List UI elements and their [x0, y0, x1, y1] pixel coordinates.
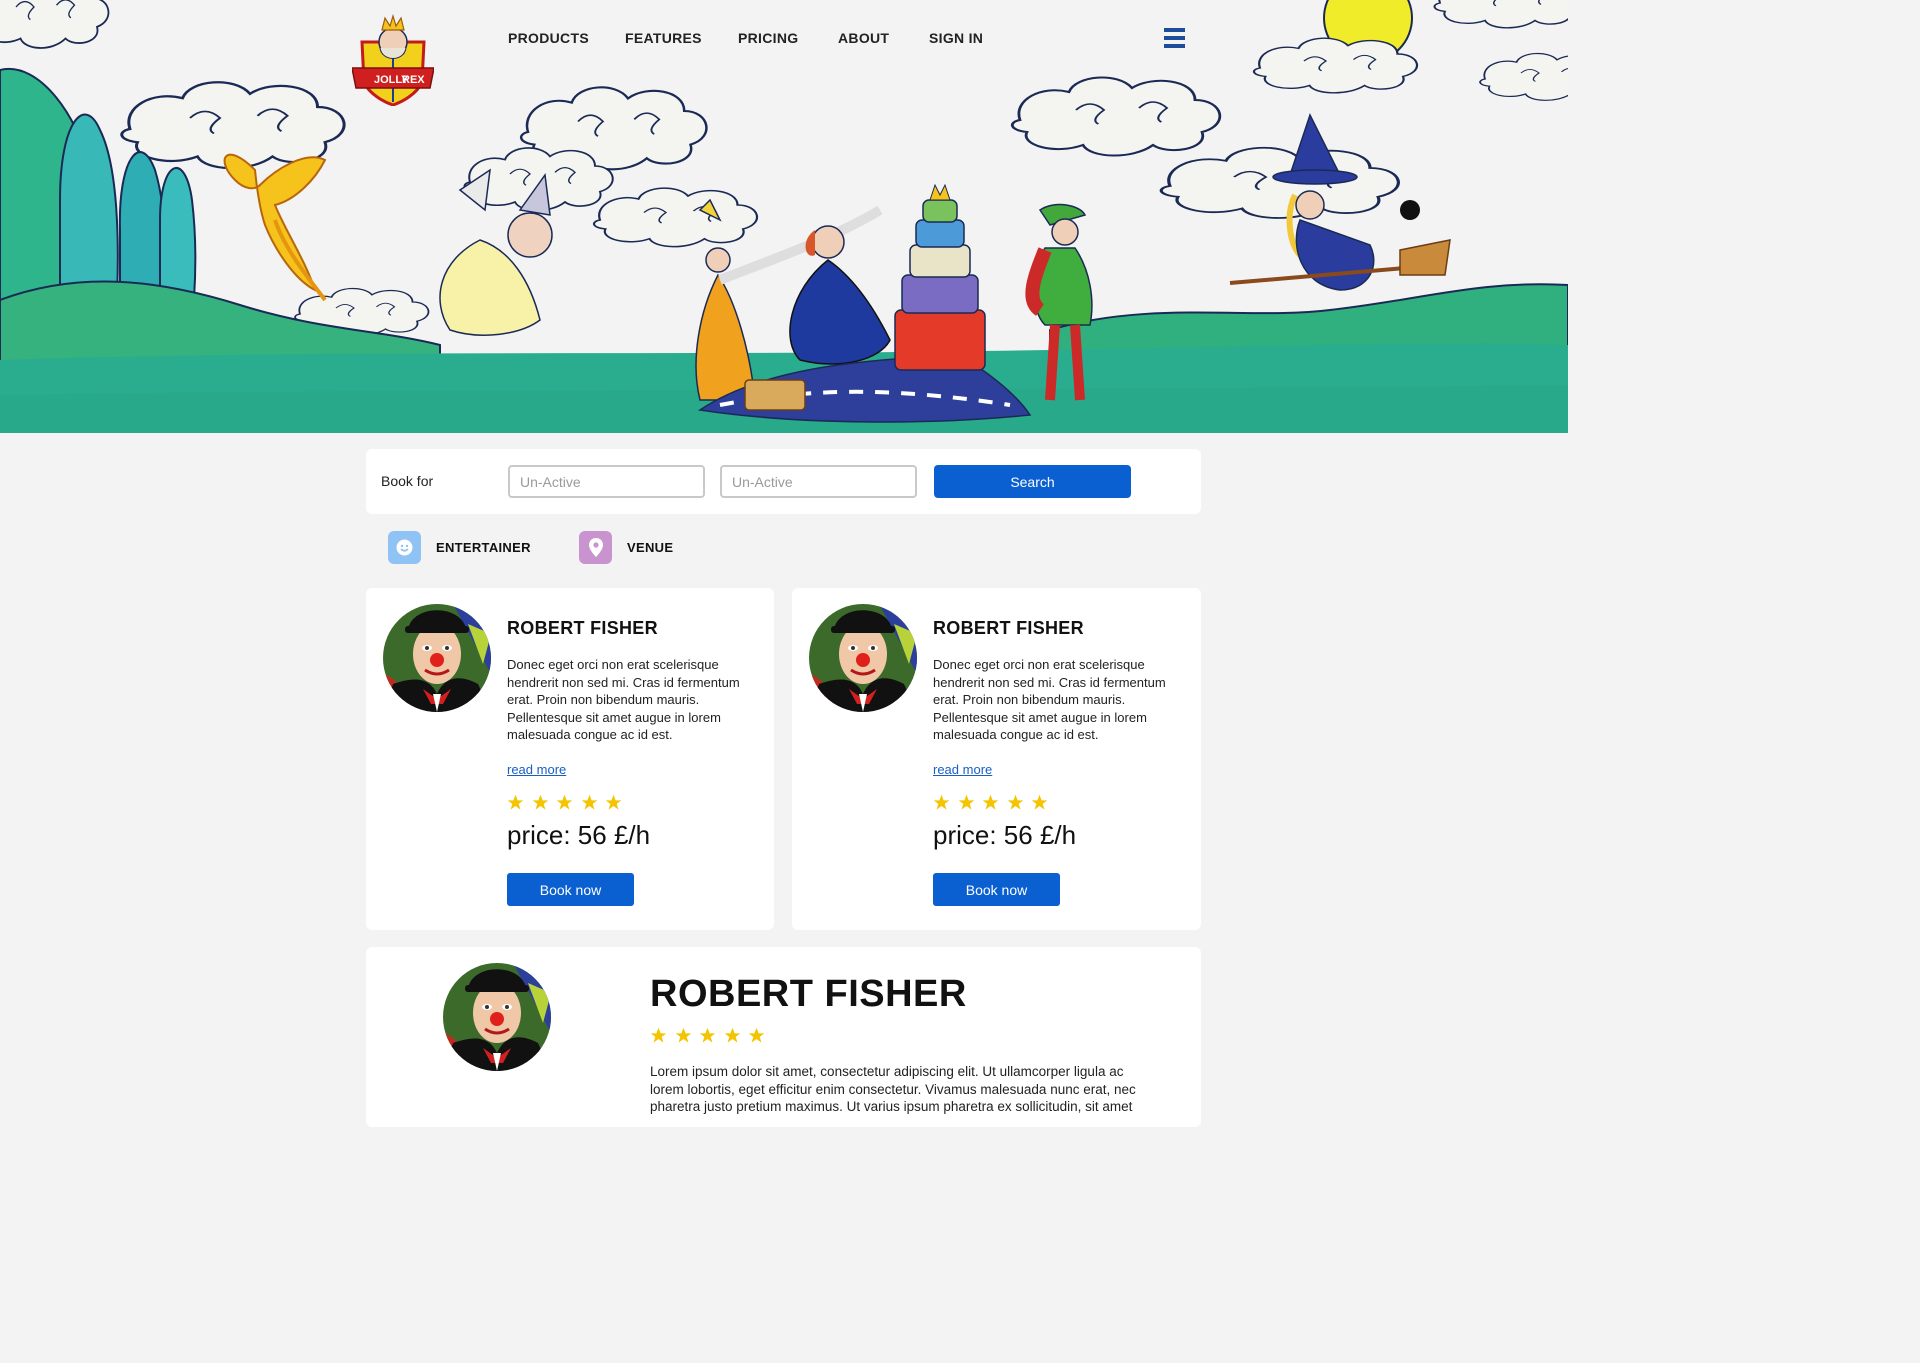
star-icon — [556, 794, 573, 810]
clown-portrait — [383, 604, 491, 712]
rating-stars — [650, 1027, 773, 1049]
entertainer-price: price: 56 £/h — [933, 820, 1077, 850]
nav-about[interactable]: ABOUT — [838, 30, 889, 46]
entertainer-description: Donec eget orci non erat scelerisque hen… — [507, 657, 740, 743]
rating-stars — [933, 794, 1056, 816]
category-entertainer-label: ENTERTAINER — [436, 540, 531, 555]
smiley-icon — [388, 531, 421, 564]
location-pin-icon — [579, 531, 612, 564]
booking-field-1[interactable] — [508, 465, 705, 498]
category-entertainer[interactable]: ENTERTAINER — [388, 531, 531, 564]
category-venue[interactable]: VENUE — [579, 531, 673, 564]
star-icon — [1031, 794, 1048, 810]
detail-name: ROBERT FISHER — [650, 973, 967, 1015]
booking-field-2[interactable] — [720, 465, 917, 498]
star-icon — [958, 794, 974, 810]
nav-products[interactable]: PRODUCTS — [508, 30, 589, 46]
book-for-label: Book for — [381, 473, 434, 489]
read-more-link[interactable]: read more — [507, 762, 566, 777]
search-button[interactable]: Search — [934, 465, 1131, 498]
star-icon — [933, 794, 950, 810]
book-now-button[interactable]: Book now — [933, 873, 1060, 906]
entertainer-card: ROBERT FISHER Donec eget orci non erat s… — [792, 588, 1201, 930]
star-icon — [724, 1027, 740, 1043]
fairy-tale-illustration — [0, 0, 1568, 433]
star-icon — [675, 1027, 691, 1043]
detail-description: Lorem ipsum dolor sit amet, consectetur … — [650, 1064, 1136, 1114]
nav-pricing[interactable]: PRICING — [738, 30, 798, 46]
star-icon — [982, 794, 999, 810]
star-icon — [1007, 794, 1023, 810]
nav-sign-in[interactable]: SIGN IN — [929, 30, 983, 46]
entertainer-description: Donec eget orci non erat scelerisque hen… — [933, 657, 1166, 743]
entertainer-card: ROBERT FISHER Donec eget orci non erat s… — [366, 588, 774, 930]
hamburger-menu-icon[interactable] — [1164, 28, 1185, 48]
star-icon — [532, 794, 548, 810]
star-icon — [748, 1027, 765, 1043]
avatar — [383, 604, 491, 712]
star-icon — [581, 794, 597, 810]
rating-stars — [507, 794, 630, 816]
booking-search-panel: Book for Search — [366, 449, 1201, 514]
category-venue-label: VENUE — [627, 540, 674, 555]
star-icon — [699, 1027, 716, 1043]
avatar — [809, 604, 917, 712]
avatar — [443, 963, 551, 1071]
clown-portrait — [443, 963, 551, 1071]
star-icon — [507, 794, 524, 810]
book-now-button[interactable]: Book now — [507, 873, 634, 906]
star-icon — [650, 1027, 667, 1043]
entertainer-name: ROBERT FISHER — [507, 618, 658, 638]
clown-portrait — [809, 604, 917, 712]
entertainer-detail-panel: ROBERT FISHER Lorem ipsum dolor sit amet… — [366, 947, 1201, 1127]
logo-shield-icon: JOLLY REX — [352, 13, 434, 106]
entertainer-name: ROBERT FISHER — [933, 618, 1084, 638]
entertainer-price: price: 56 £/h — [507, 820, 651, 850]
svg-text:REX: REX — [402, 74, 425, 86]
hero-banner: JOLLY REX PRODUCTS FEATURES PRICING ABOU… — [0, 0, 1568, 433]
jolly-rex-logo[interactable]: JOLLY REX — [352, 12, 434, 106]
star-icon — [605, 794, 622, 810]
nav-features[interactable]: FEATURES — [625, 30, 702, 46]
read-more-link[interactable]: read more — [933, 762, 992, 777]
